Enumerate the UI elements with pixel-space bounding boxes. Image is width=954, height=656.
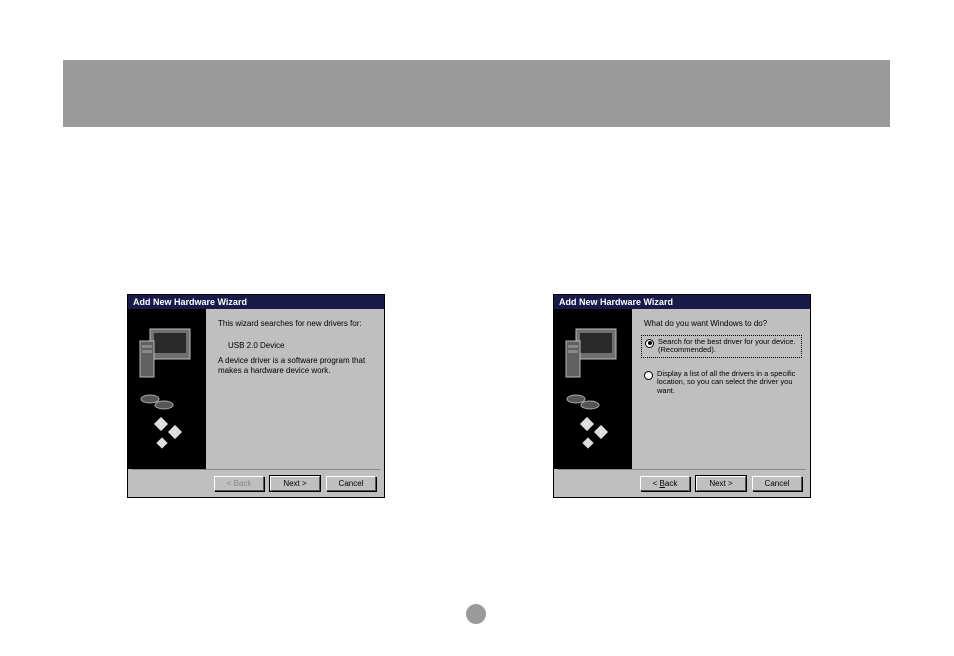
dialog1-device: USB 2.0 Device bbox=[228, 341, 376, 351]
radio-icon bbox=[644, 371, 653, 380]
radio-label-1: Search for the best driver for your devi… bbox=[658, 338, 798, 355]
wizard-sidebar-image bbox=[554, 309, 632, 469]
cancel-button[interactable]: Cancel bbox=[752, 476, 802, 491]
wizard-dialog-1: Add New Hardware Wizard This wiza bbox=[127, 294, 385, 498]
computer-icon bbox=[136, 327, 198, 457]
dialog1-content: This wizard searches for new drivers for… bbox=[206, 309, 384, 469]
page-indicator bbox=[466, 604, 486, 624]
radio-icon bbox=[645, 339, 654, 348]
dialog2-buttons: < Back Next > Cancel bbox=[554, 470, 810, 497]
back-button[interactable]: < Back bbox=[640, 476, 690, 491]
radio-option-list[interactable]: Display a list of all the drivers in a s… bbox=[644, 370, 802, 396]
back-button[interactable]: < Back bbox=[214, 476, 264, 491]
dialog1-buttons: < Back Next > Cancel bbox=[128, 470, 384, 497]
wizard-sidebar-image bbox=[128, 309, 206, 469]
dialog1-titlebar: Add New Hardware Wizard bbox=[128, 295, 384, 309]
next-button[interactable]: Next > bbox=[696, 476, 746, 491]
next-button[interactable]: Next > bbox=[270, 476, 320, 491]
radio-option-recommended[interactable]: Search for the best driver for your devi… bbox=[641, 335, 802, 358]
wizard-dialog-2: Add New Hardware Wizard What do you want… bbox=[553, 294, 811, 498]
dialog2-question: What do you want Windows to do? bbox=[644, 319, 802, 329]
dialog2-title: Add New Hardware Wizard bbox=[559, 297, 673, 307]
dialog1-intro: This wizard searches for new drivers for… bbox=[218, 319, 376, 329]
dialog1-description: A device driver is a software program th… bbox=[218, 356, 376, 375]
dialog1-title: Add New Hardware Wizard bbox=[133, 297, 247, 307]
cancel-button[interactable]: Cancel bbox=[326, 476, 376, 491]
computer-icon bbox=[562, 327, 624, 457]
dialog2-titlebar: Add New Hardware Wizard bbox=[554, 295, 810, 309]
dialog2-content: What do you want Windows to do? Search f… bbox=[632, 309, 810, 469]
radio-label-2: Display a list of all the drivers in a s… bbox=[657, 370, 802, 396]
header-banner bbox=[63, 60, 890, 127]
